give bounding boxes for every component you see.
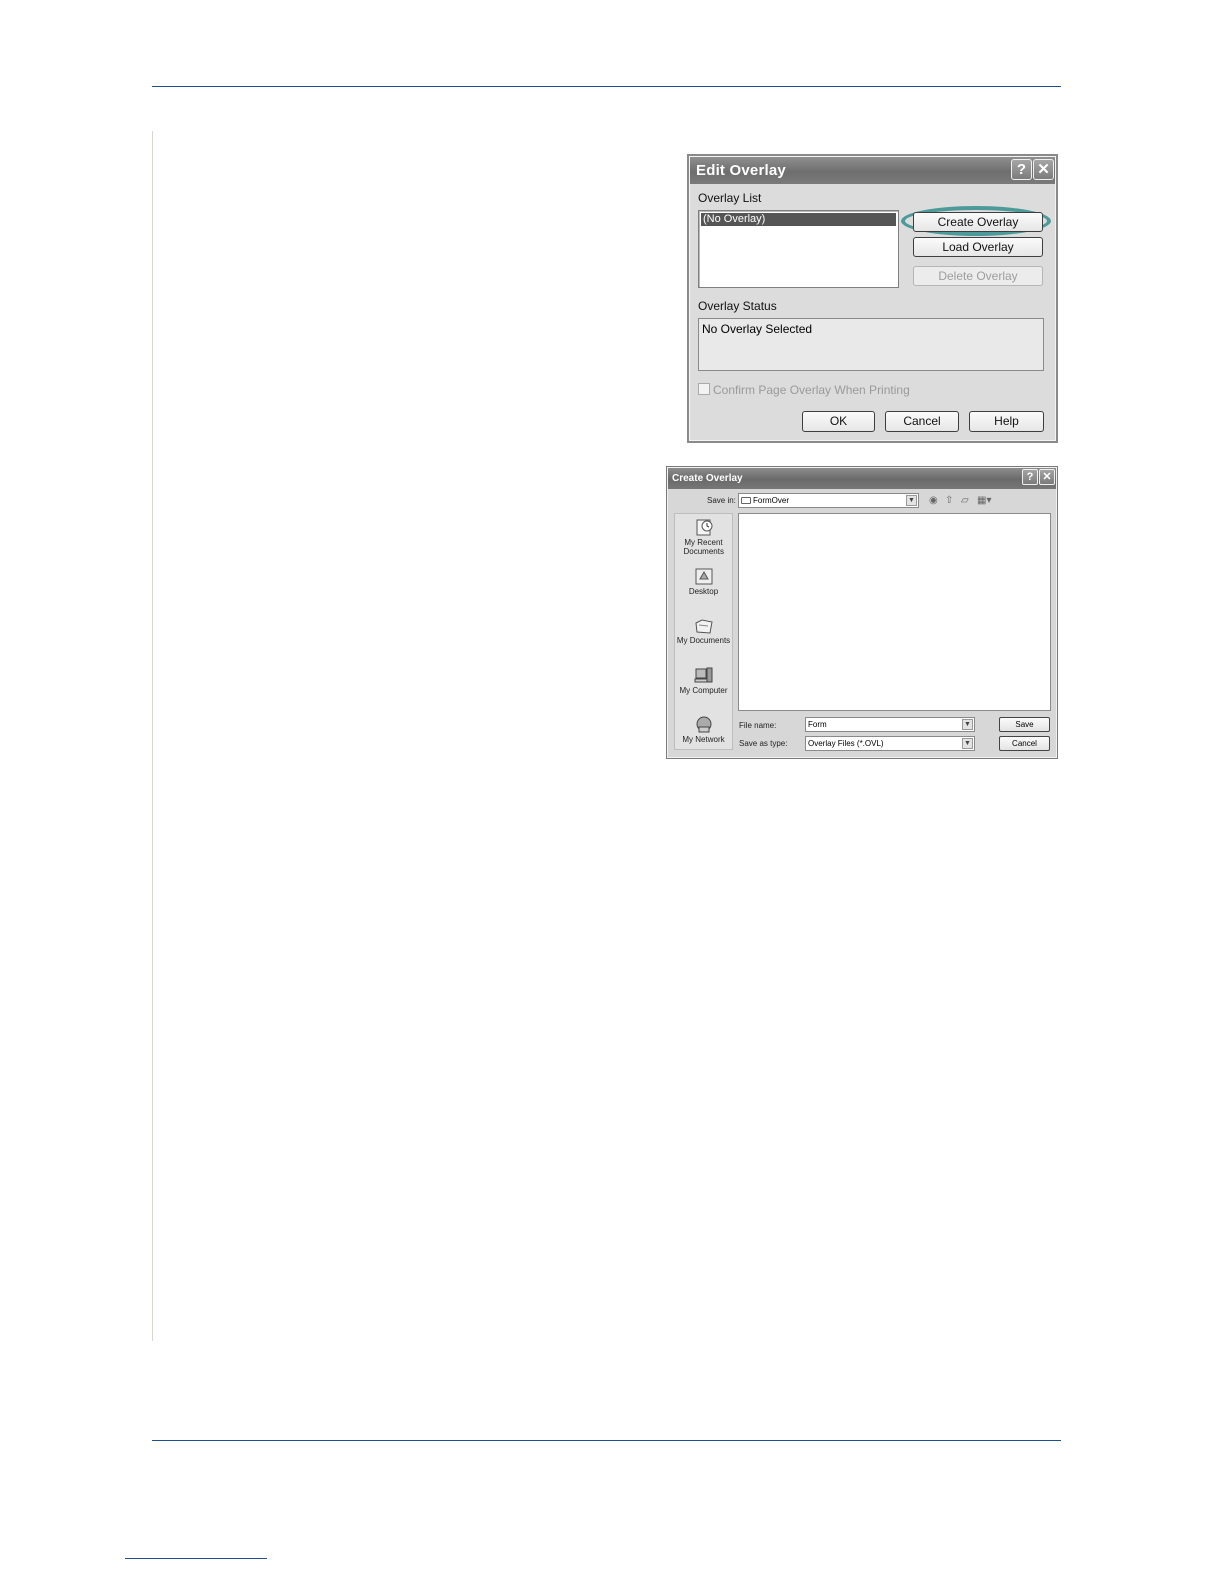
cancel-button[interactable]: Cancel bbox=[999, 736, 1050, 751]
footnote-rule bbox=[125, 1558, 267, 1559]
chevron-down-icon[interactable]: ▼ bbox=[962, 738, 973, 749]
save-as-type-select[interactable]: Overlay Files (*.OVL) ▼ bbox=[805, 736, 975, 751]
back-icon[interactable]: ◉ bbox=[929, 495, 938, 506]
footer-rule bbox=[152, 1440, 1061, 1441]
overlay-status-box: No Overlay Selected bbox=[698, 318, 1044, 371]
overlay-list[interactable]: (No Overlay) bbox=[698, 210, 899, 288]
file-list-pane[interactable] bbox=[738, 513, 1051, 711]
header-rule bbox=[152, 86, 1061, 87]
help-button[interactable]: Help bbox=[969, 411, 1044, 432]
place-recent-documents[interactable]: My Recent Documents bbox=[675, 518, 732, 556]
my-documents-icon bbox=[693, 616, 715, 636]
save-button[interactable]: Save bbox=[999, 717, 1050, 732]
confirm-overlay-label: Confirm Page Overlay When Printing bbox=[713, 383, 910, 397]
close-icon[interactable]: ✕ bbox=[1033, 159, 1054, 180]
create-overlay-titlebar: Create Overlay bbox=[668, 468, 1056, 489]
place-label: Desktop bbox=[688, 587, 719, 596]
save-in-combo[interactable]: FormOver ▼ bbox=[738, 493, 919, 508]
my-network-icon bbox=[693, 715, 715, 735]
edit-overlay-titlebar: Edit Overlay bbox=[690, 157, 1055, 184]
overlay-list-label: Overlay List bbox=[698, 191, 762, 205]
help-icon[interactable]: ? bbox=[1011, 159, 1032, 180]
save-as-type-value: Overlay Files (*.OVL) bbox=[808, 739, 884, 748]
create-overlay-dialog: Create Overlay ? ✕ Save in: FormOver ▼ ◉… bbox=[666, 466, 1058, 759]
ok-button[interactable]: OK bbox=[802, 411, 875, 432]
overlay-status-text: No Overlay Selected bbox=[702, 322, 813, 336]
delete-overlay-button[interactable]: Delete Overlay bbox=[913, 266, 1043, 286]
new-folder-icon[interactable]: ▱ bbox=[961, 495, 969, 506]
edit-overlay-title: Edit Overlay bbox=[696, 162, 786, 179]
place-label: My Recent Documents bbox=[683, 538, 724, 556]
folder-icon bbox=[741, 497, 751, 504]
help-icon[interactable]: ? bbox=[1022, 469, 1038, 485]
confirm-overlay-checkbox[interactable] bbox=[698, 383, 710, 395]
save-as-type-label: Save as type: bbox=[739, 739, 788, 748]
place-desktop[interactable]: Desktop bbox=[675, 567, 732, 596]
places-bar: My Recent Documents Desktop My Documents… bbox=[674, 513, 733, 750]
save-in-label: Save in: bbox=[707, 496, 736, 505]
place-my-network[interactable]: My Network bbox=[675, 715, 732, 744]
place-my-documents[interactable]: My Documents bbox=[675, 616, 732, 645]
edit-overlay-dialog: Edit Overlay ? ✕ Overlay List (No Overla… bbox=[687, 154, 1058, 443]
list-item[interactable]: (No Overlay) bbox=[701, 213, 896, 226]
view-menu-icon[interactable]: ▦▾ bbox=[977, 495, 991, 506]
load-overlay-button[interactable]: Load Overlay bbox=[913, 237, 1043, 257]
place-label: My Network bbox=[682, 735, 725, 744]
create-overlay-title: Create Overlay bbox=[672, 473, 743, 484]
close-icon[interactable]: ✕ bbox=[1039, 469, 1055, 485]
place-label: My Computer bbox=[679, 686, 728, 695]
place-my-computer[interactable]: My Computer bbox=[675, 666, 732, 695]
up-folder-icon[interactable]: ⇧ bbox=[945, 495, 953, 506]
file-name-label: File name: bbox=[739, 721, 777, 730]
cancel-button[interactable]: Cancel bbox=[885, 411, 959, 432]
margin-rule bbox=[152, 131, 153, 1341]
overlay-status-label: Overlay Status bbox=[698, 299, 777, 313]
desktop-icon bbox=[693, 567, 715, 587]
recent-documents-icon bbox=[693, 518, 715, 538]
save-in-value: FormOver bbox=[753, 496, 789, 505]
my-computer-icon bbox=[693, 666, 715, 686]
file-name-input[interactable]: Form ▼ bbox=[805, 717, 975, 732]
create-overlay-button[interactable]: Create Overlay bbox=[913, 212, 1043, 232]
chevron-down-icon[interactable]: ▼ bbox=[906, 495, 917, 506]
chevron-down-icon[interactable]: ▼ bbox=[962, 719, 973, 730]
place-label: My Documents bbox=[676, 636, 731, 645]
file-name-value: Form bbox=[808, 720, 827, 729]
